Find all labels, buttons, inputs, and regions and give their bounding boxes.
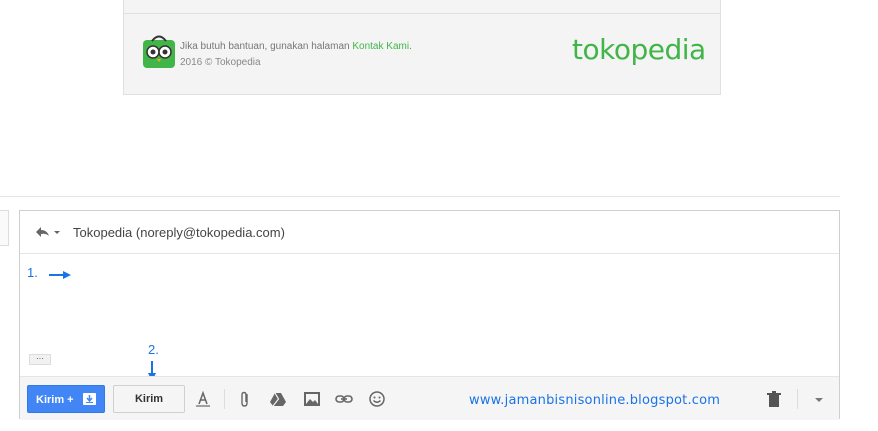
reply-icon[interactable] <box>30 224 60 240</box>
compose-toolbar: Kirim + Kirim www.jamanbisnisonline.blog… <box>20 376 839 420</box>
dropdown-caret-icon <box>54 231 60 234</box>
annotation-step-1: 1. <box>27 265 38 280</box>
footer-divider <box>124 13 720 14</box>
show-trimmed-content-button[interactable]: ··· <box>29 354 51 365</box>
annotation-arrow-right-icon <box>49 271 71 279</box>
thread-divider <box>0 196 840 197</box>
trash-icon[interactable] <box>765 390 783 408</box>
contact-link[interactable]: Kontak Kami <box>352 41 409 52</box>
link-icon[interactable] <box>335 390 353 408</box>
blog-watermark: www.jamanbisnisonline.blogspot.com <box>469 393 721 408</box>
text-format-icon[interactable] <box>194 390 212 408</box>
more-options-icon[interactable] <box>810 390 828 408</box>
compose-header: Tokopedia (noreply@tokopedia.com) <box>20 211 839 254</box>
email-footer-card: Jika butuh bantuan, gunakan halaman Kont… <box>123 0 721 95</box>
reply-compose-box: Tokopedia (noreply@tokopedia.com) 1. ···… <box>19 210 840 420</box>
toolbar-separator <box>797 389 798 409</box>
drive-icon[interactable] <box>269 390 287 408</box>
schedule-send-icon <box>83 393 96 405</box>
image-icon[interactable] <box>303 390 321 408</box>
left-panel-edge <box>0 210 9 246</box>
annotation-step-2: 2. <box>148 342 159 357</box>
send-button[interactable]: Kirim <box>113 385 185 413</box>
copyright-text: 2016 © Tokopedia <box>180 57 261 68</box>
owl-mascot-icon <box>143 35 175 68</box>
attach-icon[interactable] <box>236 390 254 408</box>
send-more-label: Kirim + <box>36 394 74 406</box>
toolbar-separator <box>224 389 225 409</box>
help-text: Jika butuh bantuan, gunakan halaman Kont… <box>180 41 412 52</box>
emoji-icon[interactable] <box>368 390 386 408</box>
recipient-field[interactable]: Tokopedia (noreply@tokopedia.com) <box>73 225 285 240</box>
send-and-more-button[interactable]: Kirim + <box>27 385 105 413</box>
tokopedia-logo: tokopedia <box>572 33 706 66</box>
